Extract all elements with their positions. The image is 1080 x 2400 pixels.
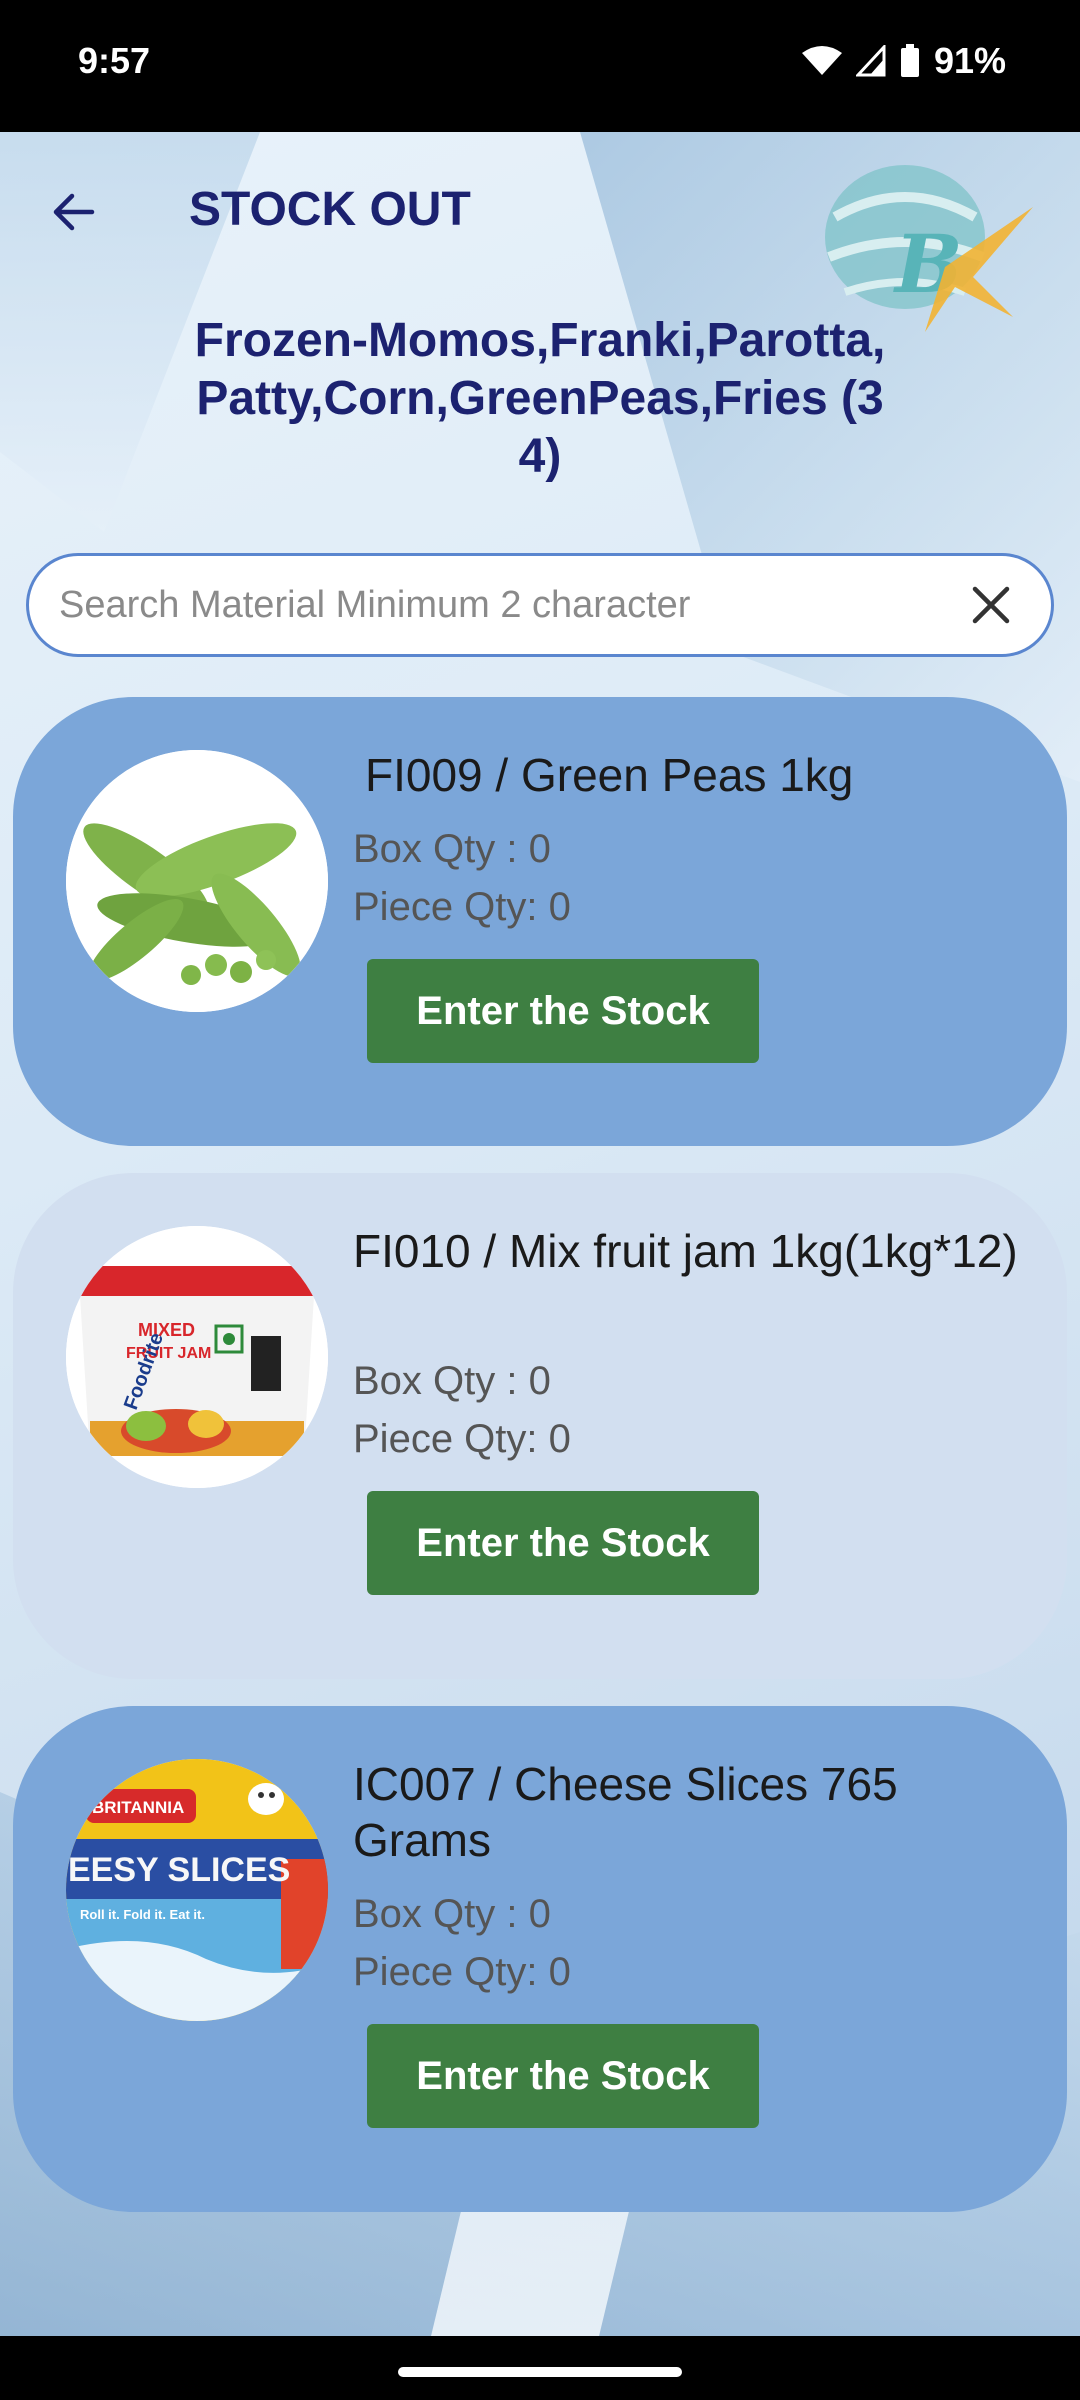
cell-signal-icon: [855, 45, 886, 77]
arrow-left-icon: [53, 193, 95, 231]
product-card: BRITANNIA EESY SLICES Roll it. Fold it. …: [13, 1706, 1067, 2212]
app-screen: STOCK OUT B Frozen-Momos,Franki,Parotta,…: [0, 132, 1080, 2336]
status-icons: 91%: [801, 40, 1006, 82]
enter-stock-button[interactable]: Enter the Stock: [367, 959, 759, 1063]
cheese-brand: BRITANNIA: [92, 1798, 184, 1817]
page-title: STOCK OUT: [189, 183, 471, 236]
search-box: [26, 553, 1054, 657]
green-peas-image: [66, 750, 328, 1012]
battery-icon: [900, 44, 919, 77]
product-name: FI009 / Green Peas 1kg: [365, 749, 854, 801]
cheese-label: EESY SLICES: [68, 1851, 290, 1889]
category-title: Frozen-Momos,Franki,Parotta,Patty,Corn,G…: [194, 314, 886, 483]
cheese-slices-image: BRITANNIA EESY SLICES Roll it. Fold it. …: [66, 1759, 328, 2021]
enter-stock-button[interactable]: Enter the Stock: [367, 1491, 759, 1595]
fruit-jam-image: MIXED FRUIT JAM Foodrite: [66, 1226, 328, 1488]
close-icon: [972, 586, 1010, 624]
box-qty: Box Qty : 0: [353, 827, 551, 871]
piece-qty: Piece Qty: 0: [353, 885, 571, 929]
wifi-icon: [801, 46, 842, 75]
product-card: FI009 / Green Peas 1kg Box Qty : 0 Piece…: [13, 697, 1067, 1146]
box-qty: Box Qty : 0: [353, 1892, 551, 1936]
status-bar: 9:57 91%: [0, 0, 1080, 132]
enter-stock-button[interactable]: Enter the Stock: [367, 2024, 759, 2128]
status-time: 9:57: [78, 40, 151, 81]
battery-percent: 91%: [933, 40, 1006, 81]
piece-qty: Piece Qty: 0: [353, 1417, 571, 1461]
product-name: IC007 / Cheese Slices 765 Grams: [353, 1758, 898, 1866]
box-qty: Box Qty : 0: [353, 1359, 551, 1403]
product-card: MIXED FRUIT JAM Foodrite FI010 / Mix fru…: [13, 1173, 1067, 1679]
clear-search-button[interactable]: [961, 575, 1021, 635]
home-indicator[interactable]: [398, 2367, 682, 2377]
back-button[interactable]: [42, 180, 106, 244]
product-name: FI010 / Mix fruit jam 1kg(1kg*12): [353, 1225, 1018, 1277]
cheese-tagline: Roll it. Fold it. Eat it.: [80, 1907, 205, 1922]
search-input[interactable]: [59, 583, 961, 627]
piece-qty: Piece Qty: 0: [353, 1950, 571, 1994]
